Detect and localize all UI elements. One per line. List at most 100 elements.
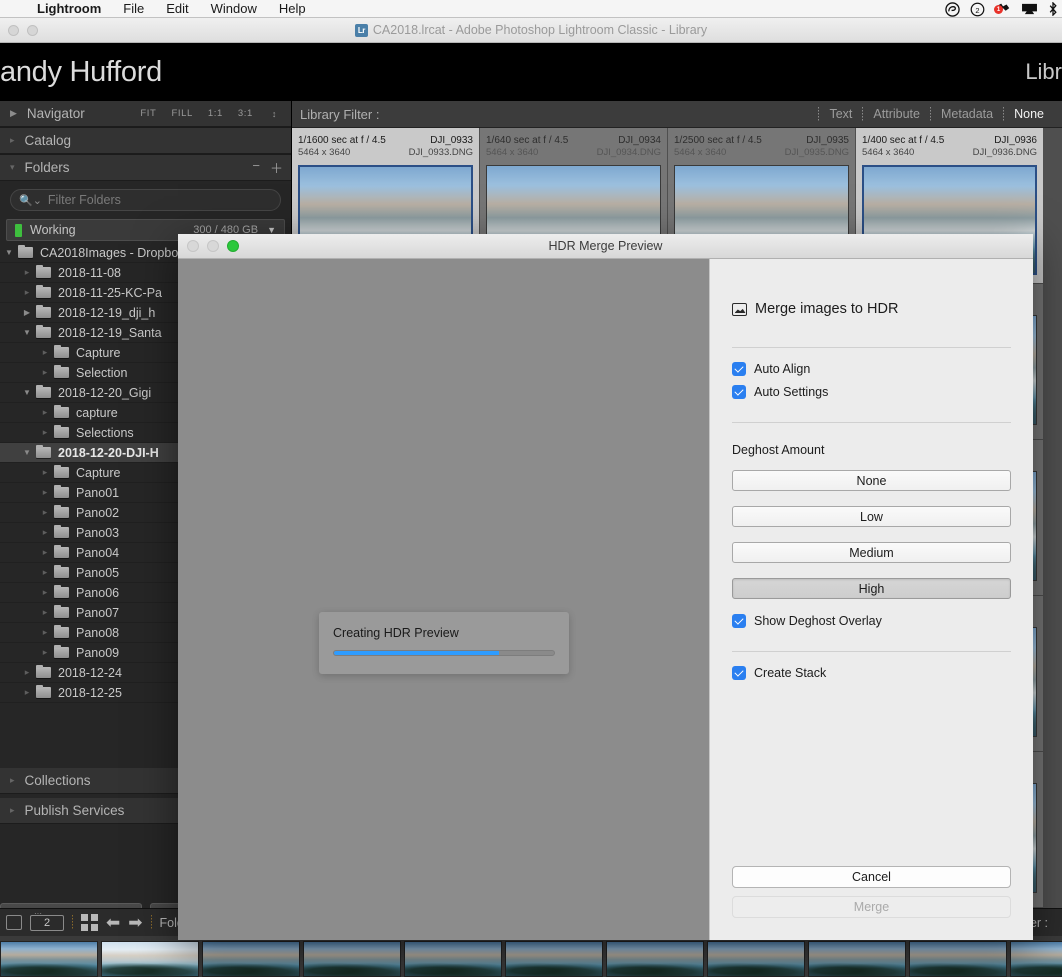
filter-folders-placeholder: Filter Folders — [47, 193, 121, 207]
filmstrip-thumb[interactable] — [808, 941, 906, 977]
filmstrip-thumb[interactable] — [505, 941, 603, 977]
triangle-dots-icon[interactable]: ▸ — [36, 607, 54, 618]
cancel-button[interactable]: Cancel — [732, 866, 1011, 888]
window-close-button[interactable] — [8, 25, 19, 36]
menu-file[interactable]: File — [112, 0, 155, 18]
divider — [732, 422, 1011, 423]
filmstrip-thumb[interactable] — [0, 941, 98, 977]
zoom-fill[interactable]: FILL — [171, 108, 192, 119]
triangle-dots-icon[interactable]: ▸ — [36, 507, 54, 518]
triangle-open-icon[interactable]: ▼ — [18, 448, 36, 457]
filter-tab-none[interactable]: None — [1004, 107, 1054, 121]
filmstrip-thumb[interactable] — [909, 941, 1007, 977]
folder-label: Selection — [76, 365, 128, 380]
panel-header-catalog[interactable]: ▸ Catalog — [0, 128, 291, 154]
filmstrip-thumb[interactable] — [404, 941, 502, 977]
notification-badge-icon[interactable]: 1 — [994, 2, 1011, 16]
triangle-dotted-icon[interactable]: ▸ — [10, 135, 15, 146]
triangle-dots-icon[interactable]: ▸ — [36, 627, 54, 638]
filter-tab-attribute[interactable]: Attribute — [863, 107, 930, 121]
triangle-open-icon[interactable]: ▼ — [18, 388, 36, 397]
module-picker-library[interactable]: Libr — [1025, 59, 1062, 85]
merge-button[interactable]: Merge — [732, 896, 1011, 918]
create-stack-row[interactable]: Create Stack — [732, 666, 1011, 680]
triangle-dots-icon[interactable]: ▸ — [36, 467, 54, 478]
triangle-dots-icon[interactable]: ▸ — [36, 407, 54, 418]
arrow-right-icon[interactable]: ➡ — [128, 914, 142, 931]
triangle-dots-icon[interactable]: ▸ — [18, 267, 36, 278]
filmstrip-thumb[interactable] — [1010, 941, 1062, 977]
dialog-titlebar[interactable]: HDR Merge Preview — [178, 234, 1033, 259]
deghost-option-none[interactable]: None — [732, 470, 1011, 491]
triangle-dots-icon[interactable]: ▸ — [36, 567, 54, 578]
filmstrip-thumb[interactable] — [606, 941, 704, 977]
triangle-dots-icon[interactable]: ▸ — [18, 667, 36, 678]
updown-arrows-icon[interactable]: ↕ — [272, 109, 277, 119]
window-minimize-button[interactable] — [27, 25, 38, 36]
triangle-dots-icon[interactable]: ▸ — [36, 347, 54, 358]
display-icon[interactable] — [1021, 2, 1038, 16]
panel-header-navigator[interactable]: ▶ Navigator FIT FILL 1:1 3:1 ↕ — [0, 101, 291, 127]
auto-settings-row[interactable]: Auto Settings — [732, 385, 1011, 399]
triangle-dots-icon[interactable]: ▸ — [36, 427, 54, 438]
menu-window[interactable]: Window — [200, 0, 268, 18]
filmstrip-thumb[interactable] — [101, 941, 199, 977]
minus-icon[interactable]: − — [252, 158, 260, 177]
page-number-field[interactable]: 2 — [30, 909, 64, 931]
triangle-right-icon[interactable]: ▶ — [10, 108, 17, 119]
filmstrip[interactable] — [0, 936, 1062, 977]
creative-cloud-icon[interactable] — [945, 1, 960, 17]
triangle-dotted-icon[interactable]: ▾ — [10, 162, 15, 173]
filmstrip-thumb[interactable] — [707, 941, 805, 977]
filter-tab-text[interactable]: Text — [819, 107, 862, 121]
view-mode-icon[interactable] — [6, 915, 22, 930]
auto-settings-checkbox[interactable] — [732, 385, 746, 399]
triangle-dots-icon[interactable]: ▸ — [36, 547, 54, 558]
auto-align-checkbox[interactable] — [732, 362, 746, 376]
triangle-dots-icon[interactable]: ▸ — [36, 647, 54, 658]
dialog-maximize-button[interactable] — [227, 240, 239, 252]
folder-label: Capture — [76, 345, 121, 360]
triangle-dots-icon[interactable]: ▸ — [36, 587, 54, 598]
panel-header-folders[interactable]: ▾ Folders − ＋ — [0, 155, 291, 181]
show-deghost-overlay-checkbox[interactable] — [732, 614, 746, 628]
deghost-option-low[interactable]: Low — [732, 506, 1011, 527]
grid-view-icon[interactable] — [81, 914, 98, 931]
menu-edit[interactable]: Edit — [155, 0, 199, 18]
arrow-left-icon[interactable]: ⬅ — [106, 914, 120, 931]
triangle-dots-icon[interactable]: ▸ — [36, 527, 54, 538]
deghost-option-high[interactable]: High — [732, 578, 1011, 599]
dialog-minimize-button[interactable] — [207, 240, 219, 252]
folder-label: Pano09 — [76, 645, 120, 660]
deghost-option-medium[interactable]: Medium — [732, 542, 1011, 563]
menu-help[interactable]: Help — [268, 0, 317, 18]
zoom-1to1[interactable]: 1:1 — [208, 108, 223, 119]
triangle-dots-icon[interactable]: ▸ — [36, 487, 54, 498]
folder-icon — [36, 385, 51, 398]
folder-label: 2018-12-25 — [58, 685, 122, 700]
zoom-3to1[interactable]: 3:1 — [238, 108, 253, 119]
filter-folders-input[interactable]: 🔍⌄ Filter Folders — [10, 189, 281, 211]
dialog-close-button[interactable] — [187, 240, 199, 252]
filter-tab-metadata[interactable]: Metadata — [931, 107, 1003, 121]
filmstrip-thumb[interactable] — [303, 941, 401, 977]
menu-lightroom[interactable]: Lightroom — [26, 0, 112, 18]
plus-icon[interactable]: ＋ — [270, 158, 283, 177]
triangle-open-icon[interactable]: ▼ — [18, 328, 36, 337]
triangle-dotted-icon[interactable]: ▸ — [10, 775, 15, 786]
triangle-dots-icon[interactable]: ▸ — [18, 287, 36, 298]
identity-plate[interactable]: andy Hufford — [0, 56, 162, 89]
clock-icon[interactable]: 2 — [970, 2, 985, 17]
triangle-open-icon[interactable]: ▼ — [0, 248, 18, 257]
filmstrip-thumb[interactable] — [202, 941, 300, 977]
zoom-fit[interactable]: FIT — [140, 108, 156, 119]
triangle-dotted-icon[interactable]: ▸ — [10, 805, 15, 816]
triangle-dots-icon[interactable]: ▸ — [36, 367, 54, 378]
auto-align-row[interactable]: Auto Align — [732, 362, 1011, 376]
triangle-dots-icon[interactable]: ▸ — [18, 687, 36, 698]
create-stack-checkbox[interactable] — [732, 666, 746, 680]
show-deghost-overlay-row[interactable]: Show Deghost Overlay — [732, 614, 1011, 628]
folder-icon — [54, 485, 69, 498]
triangle-closed-icon[interactable]: ▶ — [18, 308, 36, 317]
bluetooth-icon[interactable] — [1048, 2, 1058, 16]
